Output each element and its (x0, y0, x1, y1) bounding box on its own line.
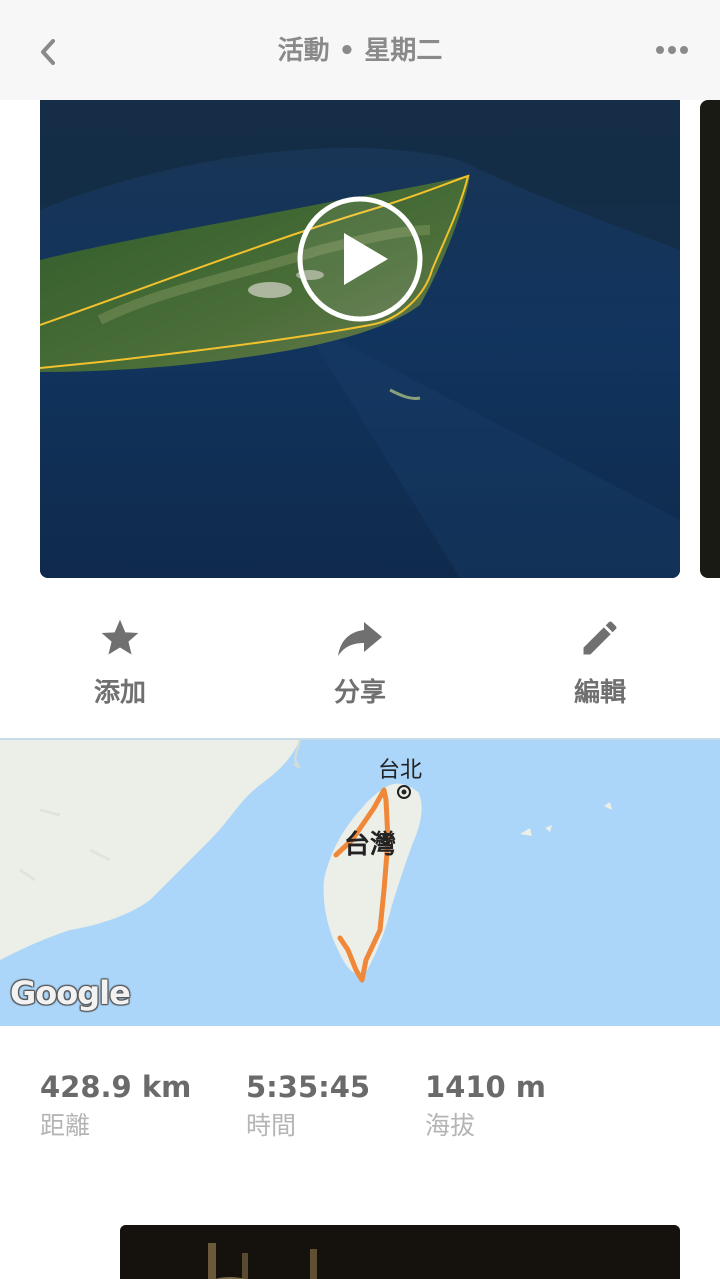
edit-button[interactable]: 編輯 (530, 614, 670, 714)
google-logo: Google (10, 974, 131, 1012)
time-value: 5:35:45 (246, 1070, 371, 1104)
city-label-taipei: 台北 (378, 758, 423, 783)
top-bar: 活動 • 星期二 (0, 0, 720, 100)
time-label: 時間 (246, 1111, 297, 1140)
pencil-icon (576, 614, 624, 662)
stat-distance: 428.9 km 距離 (40, 1070, 191, 1142)
page-title: 活動 • 星期二 (277, 36, 443, 66)
edit-label: 編輯 (573, 678, 626, 708)
add-button[interactable]: 添加 (50, 614, 190, 714)
island-label-taiwan: 台灣 (344, 830, 397, 860)
route-map[interactable]: 台北 台灣 Google (0, 738, 720, 1026)
more-dots-icon (656, 46, 688, 54)
elevation-label: 海拔 (425, 1111, 476, 1140)
satellite-scene (40, 100, 680, 578)
action-bar: 添加 分享 編輯 (0, 600, 720, 720)
stat-time: 5:35:45 時間 (246, 1070, 370, 1142)
add-label: 添加 (93, 678, 146, 708)
elevation-value: 1410 m (425, 1070, 547, 1104)
distance-value: 428.9 km (40, 1070, 192, 1104)
play-icon[interactable] (296, 195, 424, 323)
photo-card[interactable] (120, 1225, 680, 1279)
share-button[interactable]: 分享 (290, 614, 430, 714)
next-media-card-peek[interactable] (700, 100, 720, 578)
flyover-video[interactable] (40, 100, 680, 578)
share-arrow-icon (336, 614, 384, 662)
more-options-button[interactable] (650, 34, 694, 66)
stat-elevation: 1410 m 海拔 (425, 1070, 546, 1142)
distance-label: 距離 (40, 1111, 91, 1140)
photo-thumbnail (120, 1225, 680, 1279)
share-label: 分享 (333, 678, 386, 708)
activity-stats: 428.9 km 距離 5:35:45 時間 1410 m 海拔 (0, 1060, 720, 1150)
star-icon (96, 614, 144, 662)
